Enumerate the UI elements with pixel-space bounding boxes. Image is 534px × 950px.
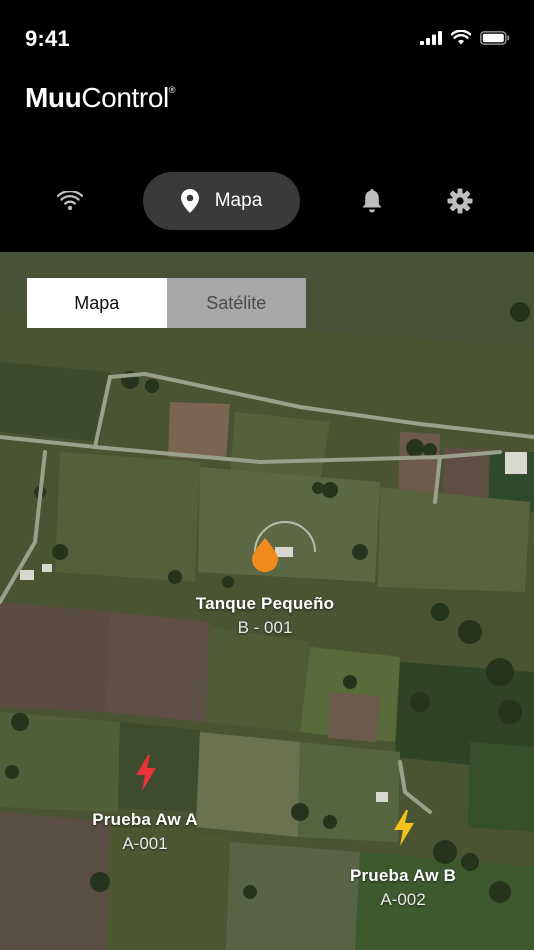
- water-drop-icon: [252, 538, 278, 572]
- marker-title: Tanque Pequeño: [195, 594, 335, 613]
- marker-code: A-001: [122, 834, 168, 853]
- cellular-signal-icon: [420, 30, 442, 45]
- map-marker-tank[interactable]: [252, 538, 278, 577]
- status-time: 9:41: [25, 26, 70, 51]
- marker-title: Prueba Aw B: [349, 866, 457, 885]
- map-type-option-satellite[interactable]: Satélite: [166, 278, 306, 328]
- wifi-icon: [57, 191, 83, 211]
- map-marker-device-a-label: Prueba Aw A A-001: [65, 810, 225, 854]
- nav-settings-button[interactable]: [436, 172, 484, 230]
- logo-regular-part: Control: [81, 82, 169, 113]
- marker-title: Prueba Aw A: [92, 810, 198, 829]
- map-type-option-map[interactable]: Mapa: [27, 278, 167, 328]
- wifi-status-icon: [451, 30, 471, 45]
- nav-map-label: Mapa: [214, 190, 263, 211]
- map-type-toggle: Mapa Satélite: [27, 278, 306, 328]
- map-marker-device-a[interactable]: [134, 755, 158, 796]
- app-logo: MuuControl®: [25, 82, 175, 114]
- logo-registered-mark: ®: [168, 84, 176, 95]
- lightning-icon: [136, 755, 156, 791]
- logo-bold-part: Muu: [25, 82, 82, 113]
- status-icons: [420, 30, 510, 45]
- marker-code: B - 001: [237, 618, 293, 637]
- bell-icon: [362, 189, 382, 213]
- lightning-icon: [394, 810, 414, 846]
- battery-icon: [480, 30, 510, 45]
- gear-icon: [447, 188, 473, 214]
- marker-code: A-002: [380, 890, 426, 909]
- nav-connection-button[interactable]: [46, 172, 94, 230]
- status-bar: 9:41: [0, 0, 534, 80]
- map-marker-tank-label: Tanque Pequeño B - 001: [165, 594, 365, 638]
- nav-map-tab[interactable]: Mapa: [143, 172, 300, 230]
- nav-alerts-button[interactable]: [348, 172, 396, 230]
- top-navigation: Mapa: [0, 172, 534, 230]
- satellite-map[interactable]: Mapa Satélite Tanque Pequeño B - 001 Pru…: [0, 252, 534, 950]
- map-marker-device-b[interactable]: [392, 810, 416, 851]
- app-header: 9:41 MuuControl® Mapa: [0, 0, 534, 252]
- map-pin-icon: [180, 189, 199, 213]
- map-marker-device-b-label: Prueba Aw B A-002: [323, 866, 483, 910]
